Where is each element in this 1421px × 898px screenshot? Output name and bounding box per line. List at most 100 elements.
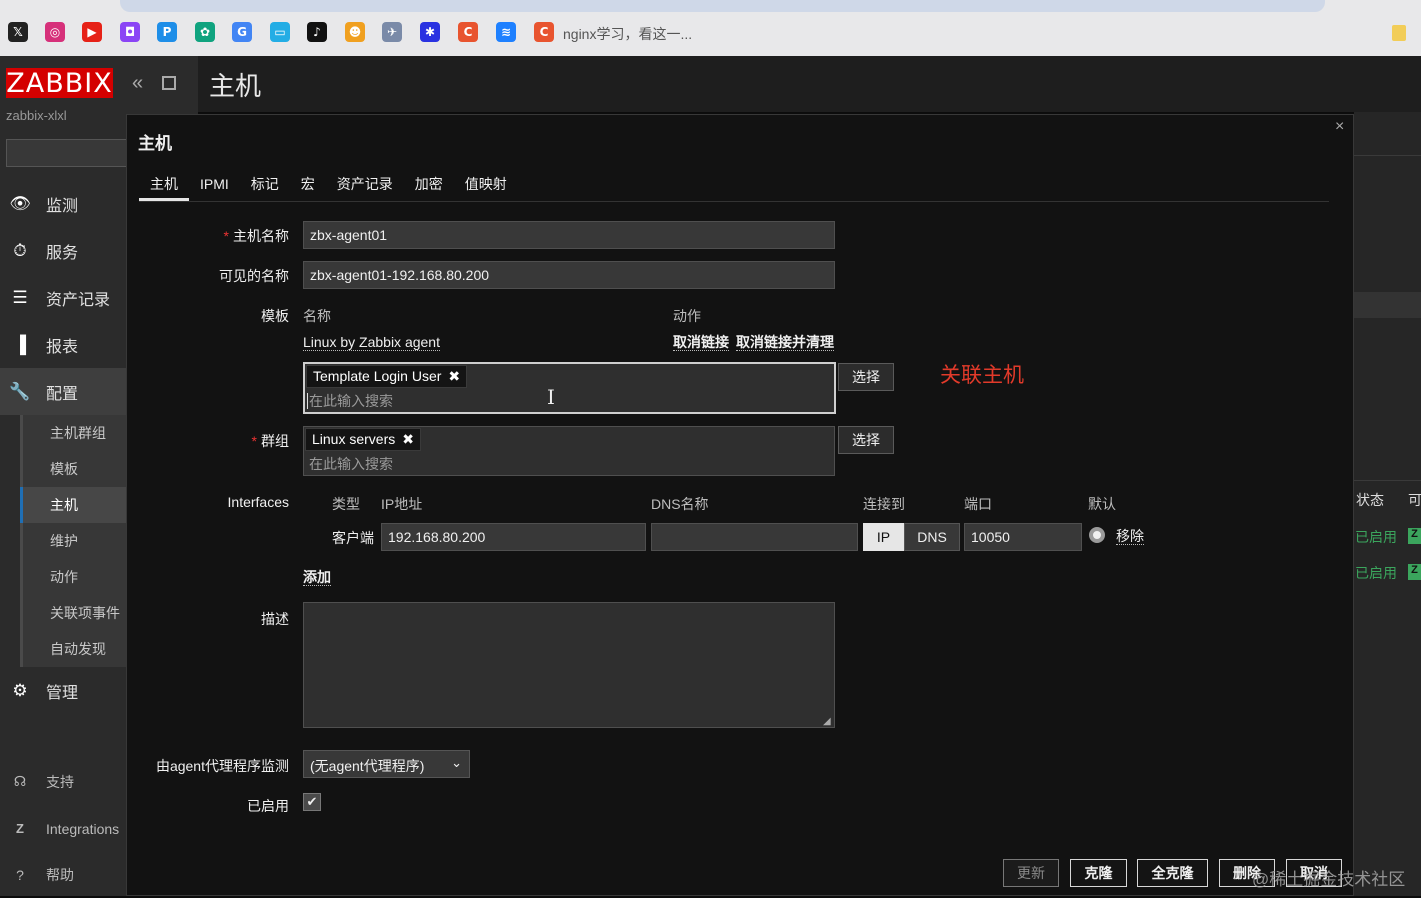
- tab-ipmi[interactable]: IPMI: [189, 173, 240, 201]
- interfaces-label: Interfaces: [227, 494, 289, 510]
- menu-label: 配置: [46, 385, 79, 403]
- interface-ip-header: IP地址: [381, 496, 423, 512]
- bookmark-nginx[interactable]: nginx学习，看这一...: [563, 24, 692, 44]
- tab-host[interactable]: 主机: [139, 173, 189, 201]
- group-select-button[interactable]: 选择: [838, 426, 894, 454]
- connect-ip-toggle[interactable]: IP: [863, 523, 904, 551]
- folder-icon[interactable]: [1392, 25, 1406, 41]
- proxy-label: 由agent代理程序监测: [155, 758, 289, 774]
- twitch-icon[interactable]: ◘: [120, 22, 140, 42]
- description-textarea[interactable]: [303, 602, 835, 728]
- tab-encryption[interactable]: 加密: [404, 173, 454, 201]
- linked-template-link[interactable]: Linux by Zabbix agent: [303, 334, 440, 351]
- wrench-icon: 🔧: [9, 381, 31, 401]
- paper-plane-icon[interactable]: ✈: [382, 22, 402, 42]
- dialog-title: 主机: [138, 134, 172, 153]
- text-cursor-icon: I: [547, 385, 555, 409]
- template-chip: Template Login User ✖: [306, 365, 468, 388]
- default-interface-radio[interactable]: [1089, 527, 1105, 543]
- clone-button[interactable]: 克隆: [1070, 859, 1127, 887]
- juejin-icon[interactable]: ≋: [496, 22, 516, 42]
- menu-label: 监测: [46, 197, 79, 215]
- kiosk-mode-icon[interactable]: [162, 76, 176, 90]
- menu-label: 支持: [46, 773, 74, 790]
- gear-icon: ⚙: [12, 680, 28, 700]
- visible-name-input[interactable]: zbx-agent01-192.168.80.200: [303, 261, 835, 289]
- interface-dns-header: DNS名称: [651, 496, 709, 512]
- interface-port-input[interactable]: 10050: [964, 523, 1082, 551]
- chip-label: Template Login User: [313, 368, 442, 384]
- required-marker: *: [223, 228, 229, 244]
- row-divider: [1354, 480, 1421, 481]
- template-search-input[interactable]: 在此输入搜索: [309, 391, 393, 411]
- host-dialog: 主机 × 主机 IPMI 标记 宏 资产记录 加密 值映射 * 主机名称 zbx-…: [126, 114, 1354, 896]
- tab-tags[interactable]: 标记: [240, 173, 290, 201]
- row-divider: [1354, 155, 1421, 156]
- interface-default-header: 默认: [1088, 496, 1116, 512]
- zabbix-logo[interactable]: ZABBIX: [6, 68, 113, 99]
- host-name-input[interactable]: zbx-agent01: [303, 221, 835, 249]
- menu-label: Integrations: [46, 820, 120, 837]
- instagram-icon[interactable]: ◎: [45, 22, 65, 42]
- zabbix-availability-badge: Z: [1408, 528, 1421, 544]
- resize-handle-icon[interactable]: ◢: [823, 716, 831, 727]
- tiktok-icon[interactable]: ♪: [307, 22, 327, 42]
- tab-inventory[interactable]: 资产记录: [326, 173, 404, 201]
- menu-label: 管理: [46, 684, 79, 702]
- connect-dns-toggle[interactable]: DNS: [904, 523, 960, 551]
- interface-dns-input[interactable]: [651, 523, 858, 551]
- browser-bookmark-bar: 𝕏 ◎ ▶ ◘ P ✿ G ▭ ♪ ☻ ✈ ✱ C ≋ C nginx学习，看这一...: [0, 0, 1421, 56]
- server-name: zabbix-xlxl: [6, 108, 67, 123]
- unlink-and-clear-button[interactable]: 取消链接并清理: [736, 334, 834, 351]
- groups-label: * 群组: [252, 431, 289, 451]
- tab-divider: [139, 201, 1329, 202]
- zabbix-availability-badge: Z: [1408, 564, 1421, 580]
- sidebar-search-input[interactable]: [6, 139, 136, 167]
- template-select-button[interactable]: 选择: [838, 363, 894, 391]
- interface-port-header: 端口: [964, 496, 992, 512]
- csdn-icon[interactable]: C: [534, 22, 554, 42]
- annotation-text: 关联主机: [940, 364, 1024, 387]
- address-bar[interactable]: [120, 0, 1325, 12]
- remove-chip-icon[interactable]: ✖: [402, 431, 414, 447]
- page-title: 主机: [209, 71, 262, 101]
- remove-interface-link[interactable]: 移除: [1116, 528, 1144, 545]
- pixiv-icon[interactable]: P: [157, 22, 177, 42]
- templates-label: 模板: [261, 308, 289, 324]
- remove-chip-icon[interactable]: ✖: [448, 368, 460, 384]
- unlink-button[interactable]: 取消链接: [673, 334, 729, 351]
- tab-macros[interactable]: 宏: [290, 173, 326, 201]
- table-header-band: [1354, 292, 1421, 318]
- interface-type-header: 类型: [332, 496, 360, 512]
- chatgpt-icon[interactable]: ✿: [195, 22, 215, 42]
- proxy-selected-value: (无agent代理程序): [310, 758, 425, 774]
- proxy-select[interactable]: (无agent代理程序) ⌄: [303, 750, 470, 778]
- templates-name-header: 名称: [303, 308, 331, 324]
- duck-icon[interactable]: ☻: [345, 22, 365, 42]
- csdn-icon[interactable]: C: [458, 22, 478, 42]
- full-clone-button[interactable]: 全克隆: [1137, 859, 1208, 887]
- status-enabled[interactable]: 已启用: [1355, 527, 1397, 547]
- collapse-sidebar-icon[interactable]: «: [132, 72, 143, 95]
- bilibili-icon[interactable]: ▭: [270, 22, 290, 42]
- templates-action-header: 动作: [673, 308, 701, 324]
- google-icon[interactable]: G: [232, 22, 252, 42]
- group-search-input[interactable]: 在此输入搜索: [309, 454, 393, 474]
- interface-connect-header: 连接到: [863, 496, 905, 512]
- x-icon[interactable]: 𝕏: [8, 22, 28, 42]
- close-icon[interactable]: ×: [1335, 118, 1344, 136]
- interface-ip-input[interactable]: 192.168.80.200: [381, 523, 646, 551]
- youtube-icon[interactable]: ▶: [82, 22, 102, 42]
- enabled-checkbox[interactable]: ✔: [303, 793, 321, 811]
- watermark: @稀土掘金技术社区: [1252, 870, 1406, 889]
- tab-value-mapping[interactable]: 值映射: [454, 173, 518, 201]
- chip-label: Linux servers: [312, 431, 396, 447]
- update-button[interactable]: 更新: [1003, 859, 1059, 887]
- baidu-icon[interactable]: ✱: [420, 22, 440, 42]
- status-column-header[interactable]: 状态: [1356, 490, 1384, 510]
- check-icon: ✔: [306, 794, 318, 809]
- headset-icon: ☊: [13, 773, 27, 789]
- add-interface-link[interactable]: 添加: [303, 569, 331, 586]
- required-marker: *: [251, 433, 257, 449]
- status-enabled[interactable]: 已启用: [1355, 563, 1397, 583]
